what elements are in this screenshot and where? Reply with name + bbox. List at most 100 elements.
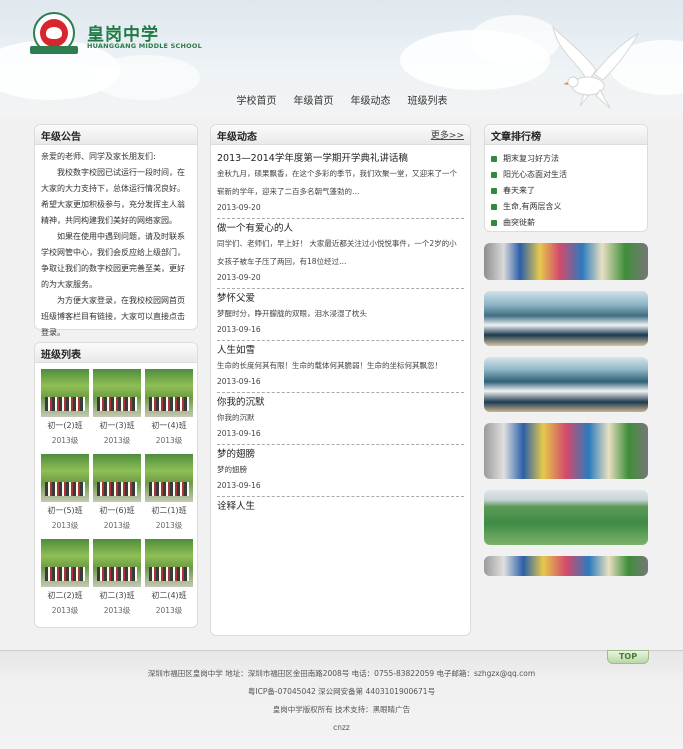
rank-item-label[interactable]: 阳光心态面对生活: [503, 167, 567, 183]
news-item-desc: 同学们、老师们，早上好！ 大家最近都关注过小悦悦事件，一个2岁的小女孩子被车子压…: [217, 239, 457, 266]
news-item-title[interactable]: 做一个有爱心的人: [217, 223, 464, 235]
news-item-title[interactable]: 你我的沉默: [217, 397, 464, 409]
news-item: 梦怀父爱 梦醒时分，睁开朦胧的双眼，泪水浸湿了枕头 2013-09-16: [217, 289, 464, 341]
class-year: 2013级: [51, 606, 79, 615]
class-name[interactable]: 初一(2)班: [41, 420, 89, 431]
photo-campus-board-2[interactable]: [484, 423, 648, 479]
rank-item[interactable]: 生命,有两层含义: [491, 199, 641, 215]
class-card[interactable]: 初二(1)班 2013级: [145, 454, 193, 539]
class-photo[interactable]: [145, 454, 193, 502]
news-item: 2013—2014学年度第一学期开学典礼讲话稿 金秋九月，硕果飘香，在这个多彩的…: [217, 149, 464, 219]
nav-school-home[interactable]: 学校首页: [228, 92, 285, 107]
class-photo[interactable]: [93, 539, 141, 587]
footer-contact: 深圳市福田区皇岗中学 地址：深圳市福田区金田南路2008号 电话：0755-83…: [147, 669, 536, 678]
rank-item[interactable]: 春天来了: [491, 183, 641, 199]
class-photo[interactable]: [93, 454, 141, 502]
class-photo[interactable]: [41, 539, 89, 587]
news-item-date: 2013-09-20: [217, 203, 261, 212]
class-card[interactable]: 初二(3)班 2013级: [93, 539, 141, 624]
news-header: 年级动态 更多>>: [211, 125, 470, 145]
news-item-date: 2013-09-16: [217, 325, 261, 334]
rank-list: 期末复习好方法 阳光心态面对生活 春天来了 生命,有两层含义 曲突徙薪: [485, 145, 647, 233]
rank-item-label[interactable]: 期末复习好方法: [503, 151, 559, 167]
news-list: 2013—2014学年度第一学期开学典礼讲话稿 金秋九月，硕果飘香，在这个多彩的…: [211, 145, 470, 519]
footer-cnzz[interactable]: cnzz: [0, 719, 683, 737]
photo-playground[interactable]: [484, 490, 648, 545]
class-year: 2013级: [155, 436, 183, 445]
class-photo[interactable]: [145, 539, 193, 587]
notice-body: 亲爱的老师、同学及家长朋友们: 我校数字校园已试运行一段时间，在大家的大力支持下…: [35, 145, 197, 345]
rank-title: 文章排行榜: [485, 125, 647, 145]
nav-grade-home[interactable]: 年级首页: [285, 92, 342, 107]
class-name[interactable]: 初一(3)班: [93, 420, 141, 431]
class-name[interactable]: 初一(4)班: [145, 420, 193, 431]
class-year: 2013级: [103, 521, 131, 530]
news-item-title[interactable]: 梦怀父爱: [217, 293, 464, 305]
news-item-title[interactable]: 2013—2014学年度第一学期开学典礼讲话稿: [217, 153, 464, 165]
nav-class-list[interactable]: 班级列表: [399, 92, 456, 107]
class-list-title: 班级列表: [35, 343, 197, 363]
notice-paragraph: 亲爱的老师、同学及家长朋友们:: [41, 152, 156, 161]
news-item-date: 2013-09-20: [217, 273, 261, 282]
bullet-icon: [491, 204, 497, 210]
class-name[interactable]: 初二(4)班: [145, 590, 193, 601]
footer-icp[interactable]: 粤ICP备-07045042 深公网安备第 4403101900671号: [0, 683, 683, 701]
logo-subtitle: HUANGGANG MIDDLE SCHOOL: [87, 42, 202, 50]
news-panel: 年级动态 更多>> 2013—2014学年度第一学期开学典礼讲话稿 金秋九月，硕…: [210, 124, 471, 636]
class-photo[interactable]: [145, 369, 193, 417]
class-photo[interactable]: [93, 369, 141, 417]
notice-paragraph: 如果在使用中遇到问题，请及时联系学校网管中心，我们会反应给上级部门，争取让我们的…: [41, 232, 185, 289]
back-to-top-button[interactable]: TOP: [607, 650, 649, 664]
class-card[interactable]: 初二(4)班 2013级: [145, 539, 193, 624]
news-item-desc: 你我的沉默: [217, 413, 255, 422]
bullet-icon: [491, 156, 497, 162]
class-list-panel: 班级列表 初一(2)班 2013级 初一(3)班 2013级 初一(4)班 2013级…: [34, 342, 198, 628]
news-item: 梦的翅膀 梦的翅膀 2013-09-16: [217, 445, 464, 497]
class-year: 2013级: [103, 606, 131, 615]
class-photo[interactable]: [41, 454, 89, 502]
main-nav: 学校首页 年级首页 年级动态 班级列表: [228, 92, 456, 107]
photo-classroom-1[interactable]: [484, 291, 648, 346]
class-year: 2013级: [155, 606, 183, 615]
class-card[interactable]: 初一(3)班 2013级: [93, 369, 141, 454]
news-item-date: 2013-09-16: [217, 429, 261, 438]
rank-item-label[interactable]: 曲突徙薪: [503, 215, 535, 231]
photo-campus-board-3[interactable]: [484, 556, 648, 576]
news-more-link[interactable]: 更多>>: [431, 128, 464, 141]
class-name[interactable]: 初一(6)班: [93, 505, 141, 516]
rank-item[interactable]: 期末复习好方法: [491, 151, 641, 167]
photo-classroom-2[interactable]: [484, 357, 648, 412]
footer-copyright: 皇岗中学版权所有 技术支持：黑眼睛广告: [272, 705, 411, 714]
logo-ribbon: [30, 46, 78, 54]
nav-grade-news[interactable]: 年级动态: [342, 92, 399, 107]
news-item-date: 2013-09-16: [217, 481, 261, 490]
class-card[interactable]: 初二(2)班 2013级: [41, 539, 89, 624]
news-item-title[interactable]: 人生如雪: [217, 345, 464, 357]
class-photo[interactable]: [41, 369, 89, 417]
notice-paragraph: 希望大家更加积极参与，充分发挥主人翁精神，共同构建我们美好的网络家园。: [41, 200, 185, 225]
news-item-title[interactable]: 梦的翅膀: [217, 449, 464, 461]
news-item-desc: 生命的长度何其有限！生命的载体何其脆弱！生命的坐标何其飘忽！: [217, 361, 442, 370]
rank-item-label[interactable]: 春天来了: [503, 183, 535, 199]
news-item-title[interactable]: 诠释人生: [217, 501, 464, 513]
class-card[interactable]: 初一(2)班 2013级: [41, 369, 89, 454]
class-name[interactable]: 初一(5)班: [41, 505, 89, 516]
news-item: 你我的沉默 你我的沉默 2013-09-16: [217, 393, 464, 445]
class-card[interactable]: 初一(6)班 2013级: [93, 454, 141, 539]
notice-panel: 年级公告 亲爱的老师、同学及家长朋友们: 我校数字校园已试运行一段时间，在大家的…: [34, 124, 198, 337]
news-item-date: 2013-09-16: [217, 377, 261, 386]
rank-item-label[interactable]: 生命,有两层含义: [503, 199, 562, 215]
class-name[interactable]: 初二(2)班: [41, 590, 89, 601]
photo-campus-board[interactable]: [484, 243, 648, 280]
class-card[interactable]: 初一(5)班 2013级: [41, 454, 89, 539]
class-name[interactable]: 初二(1)班: [145, 505, 193, 516]
news-item: 做一个有爱心的人 同学们、老师们，早上好！ 大家最近都关注过小悦悦事件，一个2岁…: [217, 219, 464, 289]
rank-item[interactable]: 曲突徙薪: [491, 215, 641, 231]
news-title: 年级动态: [217, 132, 257, 143]
rank-panel: 文章排行榜 期末复习好方法 阳光心态面对生活 春天来了 生命,有两层含义 曲突徙…: [484, 124, 648, 232]
class-name[interactable]: 初二(3)班: [93, 590, 141, 601]
rank-item[interactable]: 阳光心态面对生活: [491, 167, 641, 183]
notice-paragraph: 我校数字校园已试运行一段时间，在大家的大力支持下，总体运行情况良好。: [41, 168, 185, 193]
page: 皇岗中学 HUANGGANG MIDDLE SCHOOL 学校首页 年级首页 年…: [0, 0, 683, 749]
class-card[interactable]: 初一(4)班 2013级: [145, 369, 193, 454]
